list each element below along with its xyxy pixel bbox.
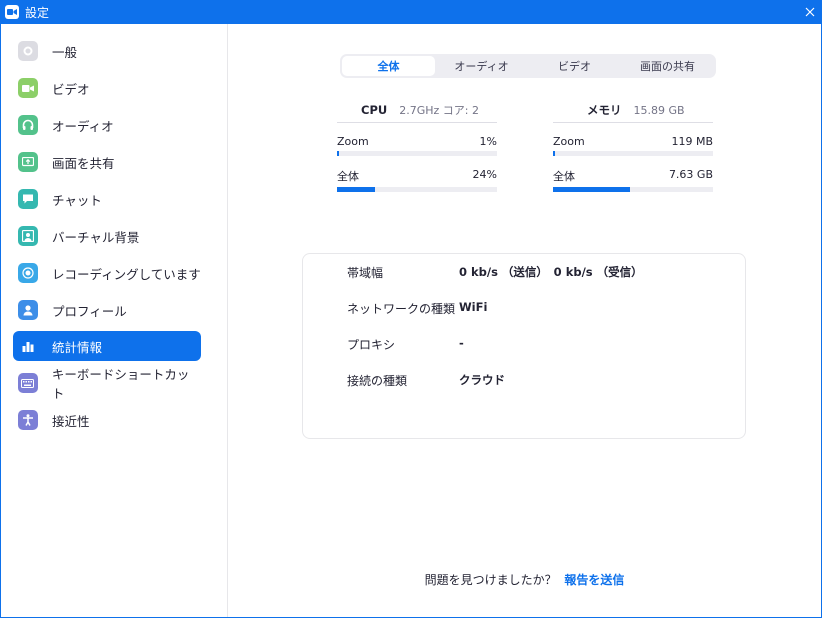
sidebar-item-keyboard-shortcuts[interactable]: キーボードショートカット [13,367,201,401]
network-info-card: 帯域幅 0 kb/s （送信） 0 kb/s （受信） ネットワークの種類 Wi… [302,253,746,439]
sidebar-item-label: プロフィール [52,303,127,319]
sidebar-item-share-screen[interactable]: 画面を共有 [13,147,201,177]
cpu-title: CPU [361,103,388,117]
tab-overall[interactable]: 全体 [342,56,435,76]
video-camera-icon [18,78,38,98]
statistics-icon [18,336,38,356]
window-title: 設定 [25,5,50,20]
sidebar-item-accessibility[interactable]: 接近性 [13,405,201,435]
memory-title: メモリ [587,103,622,117]
sidebar-item-audio[interactable]: オーディオ [13,110,201,140]
memory-total-value: 7.63 GB [668,168,713,181]
gear-icon [18,41,38,61]
sidebar-item-label: オーディオ [52,118,114,134]
cpu-total-bar [337,187,497,192]
title-bar: 設定 [0,0,822,24]
settings-window: 一般 ビデオ オーディオ 画面を共有 チャット バーチャル背景 レコーディングし… [0,24,822,618]
sidebar-item-virtual-background[interactable]: バーチャル背景 [13,221,201,251]
memory-zoom-bar-fill [553,151,555,156]
memory-zoom-label: Zoom [553,135,585,148]
memory-detail: 15.89 GB [633,104,685,117]
memory-total-bar [553,187,713,192]
accessibility-icon [18,410,38,430]
sidebar-item-label: 画面を共有 [52,155,115,171]
network-type-value: WiFi [459,300,488,314]
report-question: 問題を見つけましたか？ [424,573,557,587]
cpu-zoom-bar [337,151,497,156]
sidebar: 一般 ビデオ オーディオ 画面を共有 チャット バーチャル背景 レコーディングし… [1,24,228,617]
cpu-total-value: 24% [472,168,497,181]
cpu-section: CPU 2.7GHz コア: 2 Zoom 1% 全体 24% [337,102,497,192]
report-footer: 問題を見つけましたか？ 報告を送信 [228,571,821,588]
sidebar-item-label: キーボードショートカット [51,367,190,401]
sidebar-item-label: 接近性 [52,413,90,429]
sidebar-item-chat[interactable]: チャット [13,184,201,214]
sidebar-item-label: ビデオ [52,81,90,97]
connection-type-value: クラウド [459,373,505,387]
tab-video[interactable]: ビデオ [528,56,621,76]
sidebar-item-statistics[interactable]: 統計情報 [13,331,201,361]
bandwidth-value: 0 kb/s （送信） 0 kb/s （受信） [459,265,643,279]
share-screen-icon [18,152,38,172]
sidebar-item-video[interactable]: ビデオ [13,73,201,103]
cpu-total-label: 全体 [337,170,359,183]
close-icon [805,7,815,17]
memory-total-bar-fill [553,187,630,192]
cpu-detail: 2.7GHz コア: 2 [399,104,479,117]
headphones-icon [18,115,38,135]
cpu-zoom-value: 1% [479,135,497,148]
sidebar-item-label: バーチャル背景 [52,229,140,245]
zoom-app-icon [5,5,19,19]
memory-total-label: 全体 [553,170,575,183]
cpu-total-bar-fill [337,187,376,192]
bandwidth-label: 帯域幅 [347,266,384,280]
profile-icon [18,300,38,320]
virtual-background-icon [18,226,38,246]
sidebar-item-label: 統計情報 [52,339,103,355]
network-type-label: ネットワークの種類 [347,302,456,316]
send-report-link[interactable]: 報告を送信 [564,573,624,587]
sidebar-item-label: 一般 [52,44,78,60]
proxy-label: プロキシ [347,338,396,352]
chat-bubble-icon [18,189,38,209]
proxy-value: - [459,336,464,350]
close-button[interactable] [798,0,822,24]
sidebar-item-recording[interactable]: レコーディングしています [13,258,201,288]
tab-screen-share[interactable]: 画面の共有 [621,56,714,76]
sidebar-item-general[interactable]: 一般 [13,36,201,66]
memory-zoom-bar [553,151,713,156]
sidebar-item-label: チャット [52,192,102,208]
tab-audio[interactable]: オーディオ [435,56,528,76]
memory-zoom-value: 119 MB [671,135,713,148]
statistics-tabs: 全体 オーディオ ビデオ 画面の共有 [340,54,716,78]
cpu-zoom-label: Zoom [337,135,369,148]
record-icon [18,263,38,283]
keyboard-icon [18,373,38,393]
cpu-zoom-bar-fill [337,151,339,156]
sidebar-item-profile[interactable]: プロフィール [13,295,201,325]
sidebar-item-label: レコーディングしています [52,266,201,282]
connection-type-label: 接続の種類 [347,374,408,388]
statistics-panel: 全体 オーディオ ビデオ 画面の共有 CPU 2.7GHz コア: 2 Zoom… [228,24,821,617]
memory-section: メモリ 15.89 GB Zoom 119 MB 全体 7.63 GB [553,102,713,192]
